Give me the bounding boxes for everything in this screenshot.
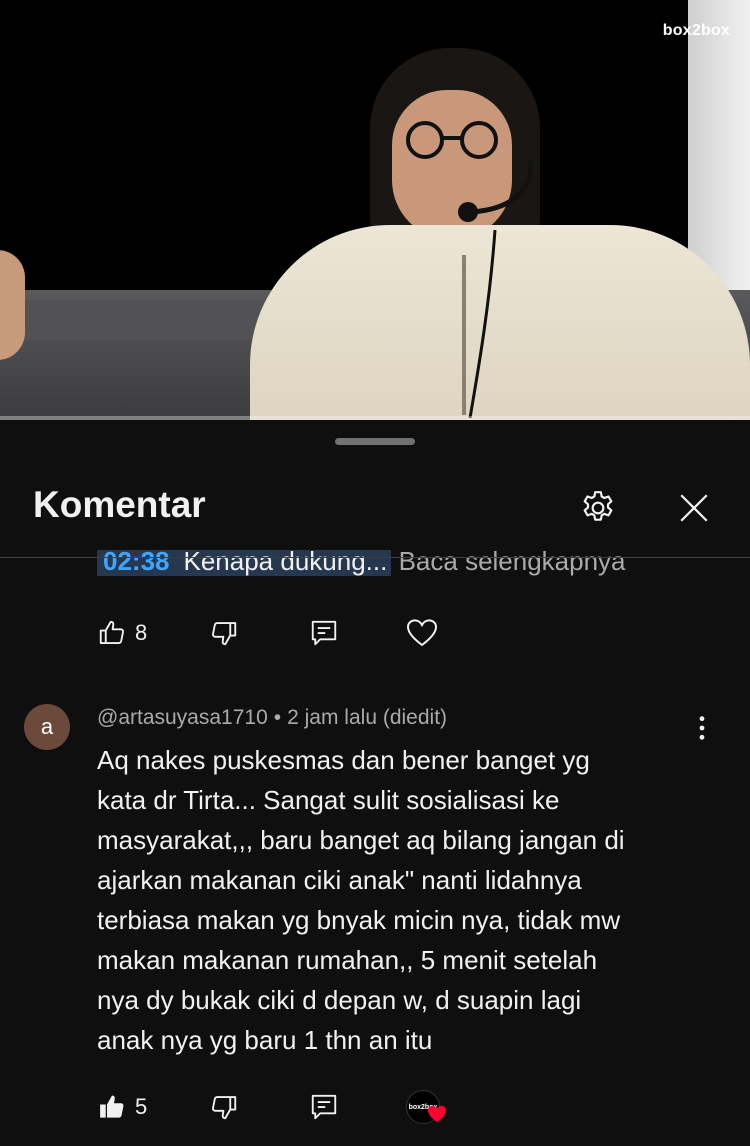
comment-meta: @artasuyasa1710 • 2 jam lalu (diedit) xyxy=(97,706,447,730)
like-count: 8 xyxy=(135,620,148,645)
comment-line: terbiasa makan yg bnyak micin nya, tidak… xyxy=(97,905,621,935)
creator-heart-badge[interactable]: box2box xyxy=(406,1090,452,1130)
avatar-letter: a xyxy=(40,714,54,739)
video-progress-bar[interactable] xyxy=(0,416,750,420)
heart-button[interactable] xyxy=(406,618,438,648)
thumbs-up-icon xyxy=(99,620,124,644)
settings-button[interactable] xyxy=(572,482,624,534)
thumbs-down-icon xyxy=(212,622,237,646)
video-guest-arm xyxy=(0,250,25,360)
close-icon xyxy=(680,494,708,522)
comment-line: masyarakat,,, baru banget aq bilang jang… xyxy=(97,825,625,855)
timestamp-link[interactable]: 02:38 xyxy=(97,550,176,576)
comment-line: makan makanan rumahan,, 5 menit setelah xyxy=(97,945,598,975)
comment-time: 2 jam lalu (diedit) xyxy=(287,706,448,729)
read-more-link[interactable]: Baca selengkapnya xyxy=(399,550,626,576)
dislike-button[interactable] xyxy=(209,1092,239,1122)
reply-icon xyxy=(311,1094,337,1120)
sheet-title: Komentar xyxy=(33,484,206,525)
previous-comment-text: 02:38 Kenapa dukung... Baca selengkapnya xyxy=(97,550,626,584)
video-headset-mic xyxy=(458,159,534,419)
gear-icon xyxy=(583,491,613,521)
video-player[interactable]: box2box xyxy=(0,0,750,420)
comment-line: kata dr Tirta... Sangat sulit sosialisas… xyxy=(97,785,560,815)
dislike-button[interactable] xyxy=(209,618,239,648)
comment-line: nya dy bukak ciki d depan w, d suapin la… xyxy=(97,985,582,1015)
reply-button[interactable] xyxy=(309,618,339,648)
heart-outline-icon xyxy=(406,619,438,647)
like-button[interactable]: 5 xyxy=(97,1092,147,1122)
thumbs-up-filled-icon xyxy=(100,1095,124,1118)
video-sofa-cushion xyxy=(20,300,290,340)
comment-line: Aq nakes puskesmas dan bener banget yg xyxy=(97,745,590,775)
previous-comment-snippet: Kenapa dukung... xyxy=(175,550,392,576)
avatar[interactable]: a xyxy=(24,704,70,750)
separator-dot: • xyxy=(273,706,282,729)
comment-line: anak nya yg baru 1 thn an itu xyxy=(97,1025,433,1055)
sheet-drag-handle[interactable] xyxy=(335,438,415,445)
header-divider xyxy=(0,557,750,558)
close-button[interactable] xyxy=(668,482,720,534)
reply-button[interactable] xyxy=(309,1092,339,1122)
comment-text: Aq nakes puskesmas dan bener banget yg k… xyxy=(97,740,727,1060)
like-button[interactable]: 8 xyxy=(97,618,147,648)
like-count: 5 xyxy=(135,1094,148,1119)
reply-icon xyxy=(311,620,337,646)
thumbs-down-icon xyxy=(212,1096,237,1120)
heart-filled-icon xyxy=(428,1105,446,1123)
comments-sheet: Komentar 02:38 Kenapa dukung... Baca sele… xyxy=(0,422,750,1146)
comment-author[interactable]: @artasuyasa1710 xyxy=(97,706,268,729)
comment-line: ajarkan makanan ciki anak" nanti lidahny… xyxy=(97,865,582,895)
channel-watermark: box2box xyxy=(662,22,730,39)
